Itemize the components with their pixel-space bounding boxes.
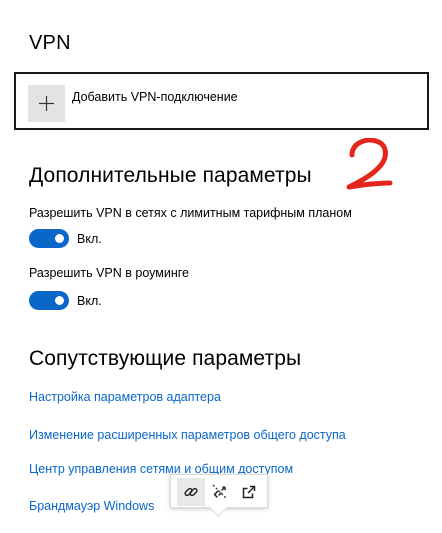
roaming-state: Вкл. <box>77 294 102 308</box>
link-popover <box>170 474 268 517</box>
plus-icon <box>28 85 65 122</box>
toggle-knob <box>55 234 64 243</box>
toggle-knob <box>55 296 64 305</box>
metered-networks-label: Разрешить VPN в сетях с лимитным тарифны… <box>29 206 352 220</box>
annotation-number: 2 <box>343 137 395 197</box>
adapter-options-link[interactable]: Настройка параметров адаптера <box>29 390 221 404</box>
metered-networks-state: Вкл. <box>77 232 102 246</box>
roaming-toggle[interactable] <box>29 291 69 310</box>
advanced-sharing-link[interactable]: Изменение расширенных параметров общего … <box>29 428 346 442</box>
windows-firewall-link[interactable]: Брандмауэр Windows <box>29 499 154 513</box>
related-settings-title: Сопутствующие параметры <box>29 347 302 370</box>
add-vpn-connection-label: Добавить VPN-подключение <box>72 90 238 104</box>
link-icon[interactable] <box>177 478 205 506</box>
roaming-label: Разрешить VPN в роуминге <box>29 266 189 280</box>
metered-networks-toggle[interactable] <box>29 229 69 248</box>
page-title: VPN <box>29 32 71 54</box>
add-vpn-connection-button[interactable]: Добавить VPN-подключение <box>14 72 429 130</box>
advanced-settings-title: Дополнительные параметры <box>29 164 312 187</box>
open-external-icon[interactable] <box>235 478 263 506</box>
